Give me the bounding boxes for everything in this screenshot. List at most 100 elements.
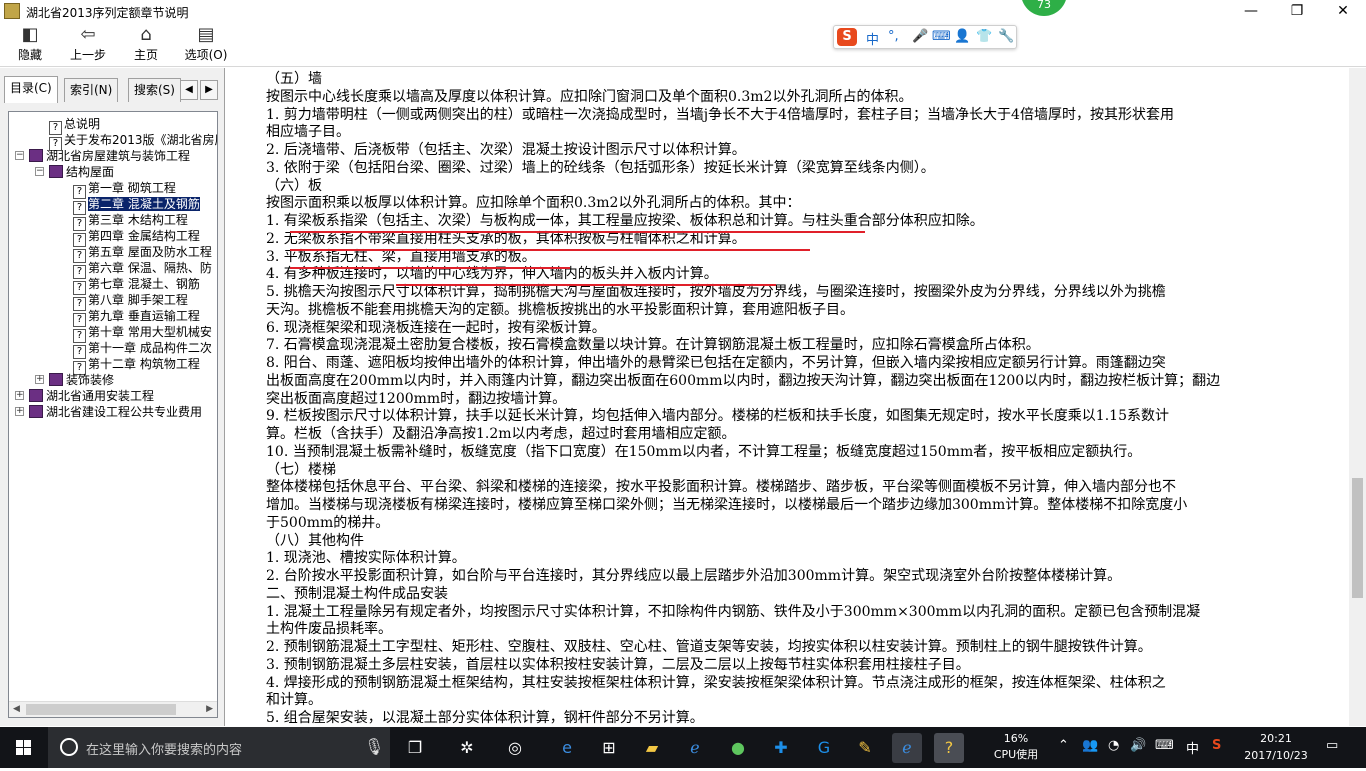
sogou-tray-icon[interactable]: S — [1212, 738, 1221, 753]
cpu-usage[interactable]: 16% CPU使用 — [988, 731, 1044, 763]
tab-scroll-right-icon[interactable]: ▶ — [200, 80, 218, 100]
content-line: 按图示中心线长度乘以墙高及厚度以体积计算。应扣除门窗洞口及单个面积0.3m2以外… — [266, 88, 913, 105]
scrollbar-thumb[interactable] — [26, 704, 176, 715]
tree-node[interactable]: − 湖北省房屋建筑与装饰工程 — [15, 148, 190, 164]
tree-node[interactable]: ? 第三章 木结构工程 — [73, 212, 188, 231]
tab-contents[interactable]: 目录(C) — [4, 76, 58, 103]
notes-app-icon[interactable]: ✎ — [850, 733, 880, 763]
window-title: 湖北省2013序列定额章节说明 — [26, 6, 189, 20]
ime-lang-toggle[interactable]: 中 — [866, 29, 879, 48]
tree-node[interactable]: ? 第四章 金属结构工程 — [73, 228, 200, 247]
tree-node[interactable]: ? 第七章 混凝土、钢筋 — [73, 276, 200, 295]
tree-node[interactable]: ? 第十一章 成品构件二次 — [73, 340, 212, 359]
ie-active-icon[interactable]: ℯ — [892, 733, 922, 763]
maximize-button[interactable]: ❐ — [1274, 0, 1320, 22]
contents-tree[interactable]: ? 总说明? 关于发布2013版《湖北省房屋 − 湖北省房屋建筑与装饰工程 − 结构屋面? 第… — [8, 111, 218, 718]
tree-node[interactable]: ? 第二章 混凝土及钢筋 — [73, 196, 200, 215]
skin-icon[interactable]: 👕 — [976, 29, 992, 44]
close-button[interactable]: ✕ — [1320, 0, 1366, 22]
g-app-icon[interactable]: G — [809, 733, 839, 763]
swirl-app-icon[interactable]: ◎ — [500, 733, 530, 763]
store-icon[interactable]: ⊞ — [594, 733, 624, 763]
tab-scroll-left-icon[interactable]: ◀ — [180, 80, 198, 100]
collapse-icon[interactable]: − — [15, 151, 24, 160]
voice-icon[interactable]: 🎤 — [912, 29, 928, 44]
ime-language[interactable]: 中 — [1186, 738, 1199, 757]
home-button[interactable]: ⌂ 主页 — [118, 24, 174, 66]
content-line: 9. 栏板按图示尺寸以体积计算，扶手以延长米计算，均包括伸入墙内部分。楼梯的栏板… — [266, 408, 1169, 425]
tab-search[interactable]: 搜索(S) — [128, 78, 181, 102]
content-line: 2. 预制钢筋混凝土工字型柱、矩形柱、空腹柱、双肢柱、空心柱、管道支架等安装，均… — [266, 639, 1152, 655]
microphone-icon[interactable]: 🎙 — [364, 737, 384, 756]
tree-node[interactable]: ? 总说明 — [49, 116, 100, 135]
help-app-icon[interactable]: ? — [934, 733, 964, 763]
edge-browser-icon[interactable]: e — [552, 733, 582, 763]
red-underline — [290, 231, 865, 233]
tree-node[interactable]: ? 第八章 脚手架工程 — [73, 292, 188, 311]
options-label: 选项(O) — [184, 48, 228, 62]
ie-browser-icon[interactable]: ℯ — [680, 733, 710, 763]
tree-horizontal-scrollbar[interactable]: ◀ ▶ — [9, 701, 217, 717]
green-app-icon[interactable]: ● — [723, 733, 753, 763]
tree-node[interactable]: + 湖北省建设工程公共专业费用 — [15, 404, 203, 420]
content-line: 突出板面高度超过1200mm时，翻边按墙计算。 — [266, 390, 567, 407]
ime-punct-toggle[interactable]: °, — [888, 29, 899, 44]
taskbar-search-box[interactable]: 在这里输入你要搜索的内容 🎙 — [48, 727, 390, 768]
scroll-right-icon[interactable]: ▶ — [206, 704, 213, 714]
scroll-left-icon[interactable]: ◀ — [13, 704, 20, 714]
options-button[interactable]: ▤ 选项(O) — [178, 24, 234, 66]
content-line: 1. 混凝土工程量除另有规定者外，均按图示尺寸实体积计算，不扣除构件内钢筋、铁件… — [266, 603, 1201, 620]
tree-node[interactable]: ? 第十二章 构筑物工程 — [73, 356, 200, 375]
tree-node[interactable]: − 结构屋面 — [35, 164, 115, 180]
content-line: 于500mm的梯井。 — [266, 514, 390, 531]
keyboard-icon[interactable]: ⌨ — [1155, 738, 1174, 753]
tab-index[interactable]: 索引(N) — [64, 78, 119, 102]
content-line: （七）楼梯 — [266, 461, 336, 478]
tree-node-label: 装饰装修 — [66, 373, 115, 387]
tree-node[interactable]: ? 第九章 垂直运输工程 — [73, 308, 200, 327]
file-explorer-icon[interactable]: ▰ — [637, 733, 667, 763]
tree-node[interactable]: ? 第五章 屋面及防水工程 — [73, 244, 212, 263]
tree-node-label: 第十章 常用大型机械安 — [88, 325, 212, 339]
expand-icon[interactable]: + — [15, 407, 24, 416]
tree-node[interactable]: + 湖北省通用安装工程 — [15, 388, 154, 404]
start-button[interactable] — [0, 727, 48, 768]
content-line: 和计算。 — [266, 692, 322, 709]
keyboard-icon[interactable]: ⌨ — [932, 29, 951, 44]
tree-node[interactable]: + 装饰装修 — [35, 372, 115, 388]
tree-node-label: 结构屋面 — [66, 165, 115, 179]
ime-toolbar[interactable]: S 中 °, 🎤 ⌨ 👤 👕 🔧 — [833, 25, 1017, 49]
tree-node-label: 湖北省建设工程公共专业费用 — [46, 405, 203, 419]
content-line: 5. 组合屋架安装，以混凝土部分实体体积计算，钢杆件部分不另计算。 — [266, 710, 704, 726]
red-underline — [290, 249, 810, 251]
tree-node[interactable]: ? 第一章 砌筑工程 — [73, 180, 176, 199]
blue-app-icon[interactable]: ✚ — [766, 733, 796, 763]
volume-icon[interactable]: 🔊 — [1130, 738, 1146, 753]
sogou-logo-icon[interactable]: S — [837, 28, 857, 46]
collapse-icon[interactable]: − — [35, 167, 44, 176]
expand-icon[interactable]: + — [15, 391, 24, 400]
tray-chevron-up-icon[interactable]: ⌃ — [1058, 738, 1069, 753]
action-center-icon[interactable]: ▭ — [1326, 738, 1338, 753]
scrollbar-thumb[interactable] — [1352, 478, 1363, 598]
minimize-button[interactable]: — — [1228, 0, 1274, 22]
cpu-label: CPU使用 — [993, 748, 1039, 761]
tree-node[interactable]: ? 第六章 保温、隔热、防 — [73, 260, 212, 279]
expand-icon[interactable]: + — [35, 375, 44, 384]
content-line: 天沟。挑檐板不能套用挑檐天沟的定额。挑檐板按挑出的水平投影面积计算，套用遮阳板子… — [266, 301, 854, 318]
book-icon — [49, 165, 63, 178]
tree-node[interactable]: ? 关于发布2013版《湖北省房屋 — [49, 132, 217, 151]
back-button[interactable]: ⇦ 上一步 — [60, 24, 116, 66]
user-icon[interactable]: 👤 — [954, 29, 970, 44]
wifi-icon[interactable]: ◔ — [1108, 738, 1119, 753]
clock[interactable]: 20:21 2017/10/23 — [1240, 730, 1312, 764]
settings-wrench-icon[interactable]: 🔧 — [998, 29, 1014, 44]
task-view-icon[interactable]: ❐ — [400, 733, 430, 763]
fan-app-icon[interactable]: ✲ — [452, 733, 482, 763]
hide-button[interactable]: ◧ 隐藏 — [2, 24, 58, 66]
people-icon[interactable]: 👥 — [1082, 738, 1098, 753]
tree-node-label: 第九章 垂直运输工程 — [88, 309, 200, 323]
content-line: 出板面高度在200mm以内时，并入雨篷内计算，翻边突出板面在600mm以内时，翻… — [266, 372, 1221, 389]
content-vertical-scrollbar[interactable] — [1349, 68, 1366, 726]
tree-node[interactable]: ? 第十章 常用大型机械安 — [73, 324, 212, 343]
